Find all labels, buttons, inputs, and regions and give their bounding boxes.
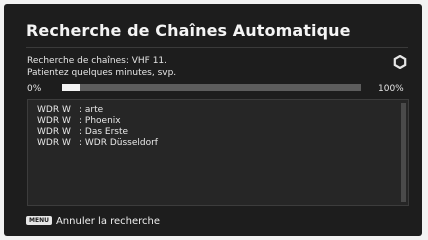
channel-name: : arte xyxy=(79,105,104,115)
list-item: WDR W : Das Erste xyxy=(37,127,128,138)
list-scrollbar[interactable] xyxy=(401,103,406,202)
cancel-search-label: Annuler la recherche xyxy=(55,216,161,227)
page-title: Recherche de Chaînes Automatique xyxy=(26,21,351,40)
spinner-icon xyxy=(393,55,407,69)
list-item: WDR W : WDR Düsseldorf xyxy=(37,138,158,149)
channel-network: WDR W xyxy=(37,138,71,148)
menu-key-badge: MENU xyxy=(26,215,52,225)
progress-fill xyxy=(62,84,80,91)
progress-end-label: 100% xyxy=(378,84,404,94)
channel-network: WDR W xyxy=(37,127,71,137)
progress-bar xyxy=(62,84,361,91)
footer-hint[interactable]: MENU Annuler la recherche xyxy=(26,215,161,230)
channel-network: WDR W xyxy=(37,116,71,126)
wait-message: Patientez quelques minutes, svp. xyxy=(27,68,177,78)
title-divider xyxy=(26,47,408,48)
tv-screen: Recherche de Chaînes Automatique Recherc… xyxy=(4,4,422,236)
channel-name: : Das Erste xyxy=(79,127,129,137)
progress-start-label: 0% xyxy=(27,84,42,94)
scan-status-text: Recherche de chaînes: VHF 11. xyxy=(27,56,168,66)
channel-name: : WDR Düsseldorf xyxy=(79,138,158,148)
channel-list: WDR W : arte WDR W : Phoenix WDR W : Das Er… xyxy=(27,99,409,206)
channel-name: : Phoenix xyxy=(79,116,121,126)
channel-network: WDR W xyxy=(37,105,71,115)
list-item: WDR W : Phoenix xyxy=(37,116,121,127)
list-item: WDR W : arte xyxy=(37,105,103,116)
